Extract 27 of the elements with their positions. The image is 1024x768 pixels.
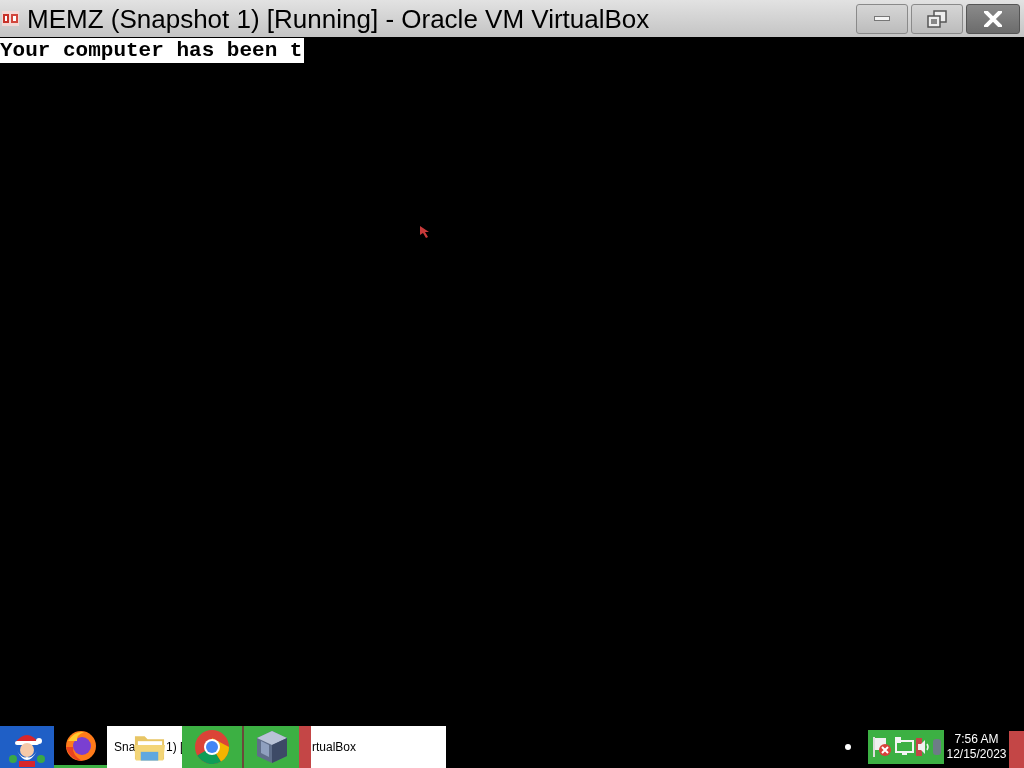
window-button-label: Sna — [114, 739, 133, 756]
window-button-label: rtualBox — [312, 739, 357, 756]
chrome-icon — [194, 729, 230, 765]
glitch-tile[interactable] — [244, 726, 299, 768]
clock-date: 12/15/2023 — [946, 747, 1007, 762]
glitch-tile[interactable] — [182, 726, 242, 768]
clock[interactable]: 7:56 AM 12/15/2023 — [944, 726, 1009, 768]
minimize-button[interactable] — [856, 3, 908, 34]
mouse-cursor-icon — [420, 226, 430, 239]
dot-icon — [845, 744, 851, 750]
fox-globe-icon — [63, 728, 98, 763]
clock-time: 7:56 AM — [954, 732, 999, 747]
glitch-stripe — [299, 726, 311, 768]
app-icon — [2, 11, 19, 26]
tray-icon — [933, 739, 941, 755]
close-button[interactable] — [966, 3, 1020, 34]
window-title: MEMZ (Snapshot 1) [Running] - Oracle VM VirtualBox — [27, 2, 650, 35]
flag-icon — [872, 736, 892, 758]
start-button[interactable] — [0, 726, 54, 768]
restore-button[interactable] — [911, 3, 963, 34]
cube-icon — [254, 729, 289, 765]
network-monitor-icon — [893, 737, 915, 757]
close-icon — [984, 10, 1002, 27]
speaker-icon — [916, 738, 932, 756]
restore-icon — [927, 9, 947, 28]
screen-message: Your computer has been t — [0, 38, 305, 63]
minimize-icon — [874, 16, 890, 21]
